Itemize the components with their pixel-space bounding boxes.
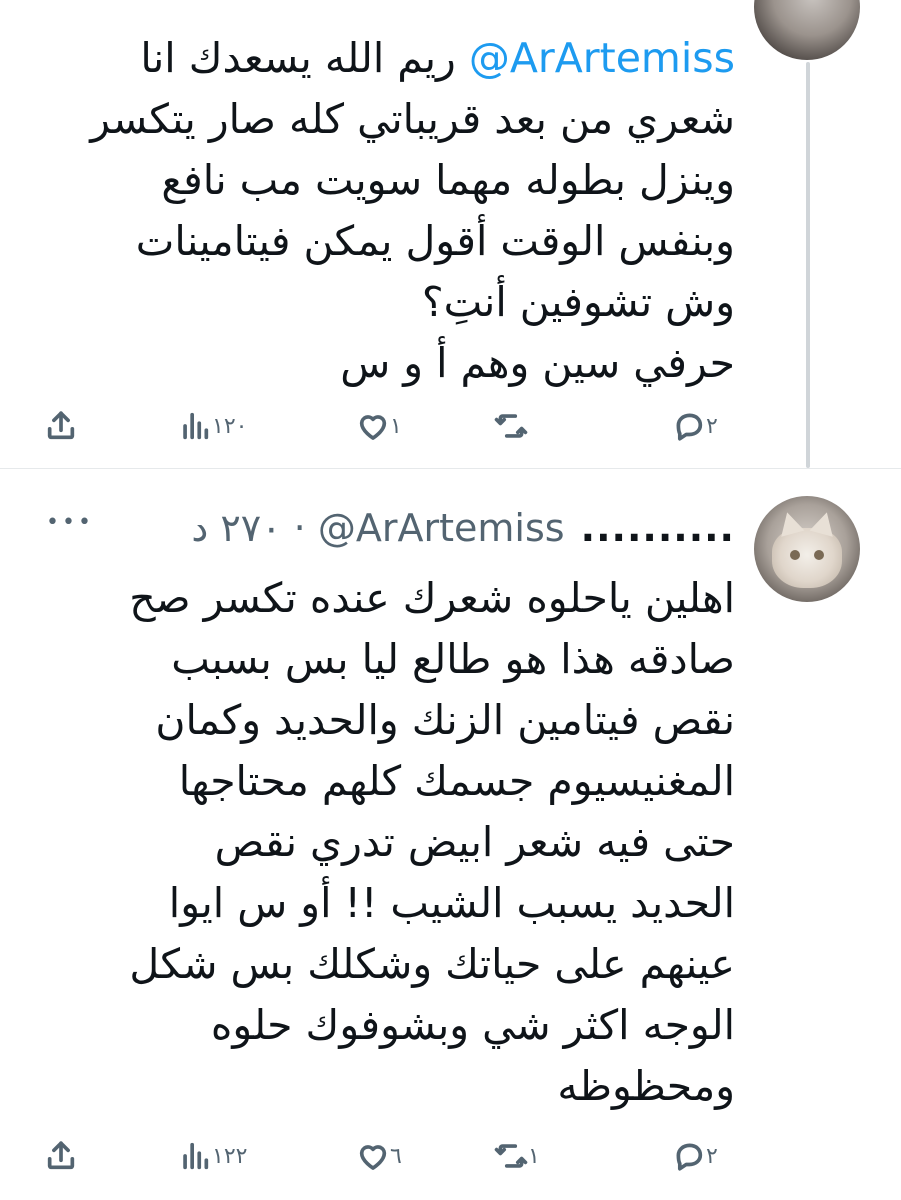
thread-line	[806, 62, 810, 468]
tweet-body: ريم الله يسعدك انا شعري من بعد قريباتي ك…	[90, 34, 735, 387]
retweet-count: ١	[528, 1143, 540, 1169]
views-button[interactable]: ١٢٢	[178, 1128, 255, 1184]
action-bar: ٢ ١ ١٢٠	[40, 398, 740, 454]
retweet-button[interactable]	[494, 398, 536, 454]
views-button[interactable]: ١٢٠	[178, 398, 255, 454]
tweet-1[interactable]: @ArArtemiss ريم الله يسعدك انا شعري من ب…	[0, 0, 901, 468]
tweet-text: @ArArtemiss ريم الله يسعدك انا شعري من ب…	[35, 28, 735, 394]
separator: ·	[293, 506, 306, 550]
views-icon	[183, 1142, 209, 1170]
share-button[interactable]	[44, 1128, 78, 1184]
heart-icon	[359, 1145, 387, 1170]
reply-count: ٢	[706, 1143, 718, 1169]
heart-icon	[359, 415, 387, 440]
reply-count: ٢	[706, 413, 718, 439]
retweet-icon	[494, 1144, 528, 1168]
like-button[interactable]: ١	[356, 398, 410, 454]
tweet-header: .......... @ArArtemiss · ٢٧٠ د	[35, 506, 735, 556]
tweet-2[interactable]: .......... @ArArtemiss · ٢٧٠ د ••• اهلين…	[0, 468, 901, 1200]
retweet-icon	[494, 414, 528, 438]
views-icon	[183, 412, 209, 440]
display-name[interactable]: ..........	[581, 506, 735, 550]
action-bar: ٢ ١ ٦ ١٢٢	[40, 1128, 740, 1184]
cat-face	[772, 528, 842, 588]
views-count: ١٢٢	[212, 1143, 248, 1169]
mention-link[interactable]: @ArArtemiss	[469, 34, 735, 82]
cat-avatar[interactable]	[754, 496, 860, 602]
user-avatar[interactable]	[754, 0, 860, 60]
reply-button[interactable]: ٢	[672, 1128, 726, 1184]
more-icon[interactable]: •••	[46, 510, 94, 535]
reply-icon	[676, 1143, 703, 1171]
retweet-button[interactable]: ١	[494, 1128, 548, 1184]
tweet-text: اهلين ياحلوه شعرك عنده تكسر صح صادقه هذا…	[129, 574, 735, 1110]
like-count: ٦	[390, 1143, 402, 1169]
share-icon	[47, 1141, 75, 1170]
reply-button[interactable]: ٢	[672, 398, 726, 454]
timestamp[interactable]: ٢٧٠ د	[191, 506, 281, 550]
share-icon	[47, 411, 75, 440]
like-count: ١	[390, 413, 402, 439]
like-button[interactable]: ٦	[356, 1128, 410, 1184]
reply-icon	[676, 413, 703, 441]
share-button[interactable]	[44, 398, 78, 454]
views-count: ١٢٠	[212, 413, 248, 439]
user-handle[interactable]: @ArArtemiss	[318, 506, 565, 550]
